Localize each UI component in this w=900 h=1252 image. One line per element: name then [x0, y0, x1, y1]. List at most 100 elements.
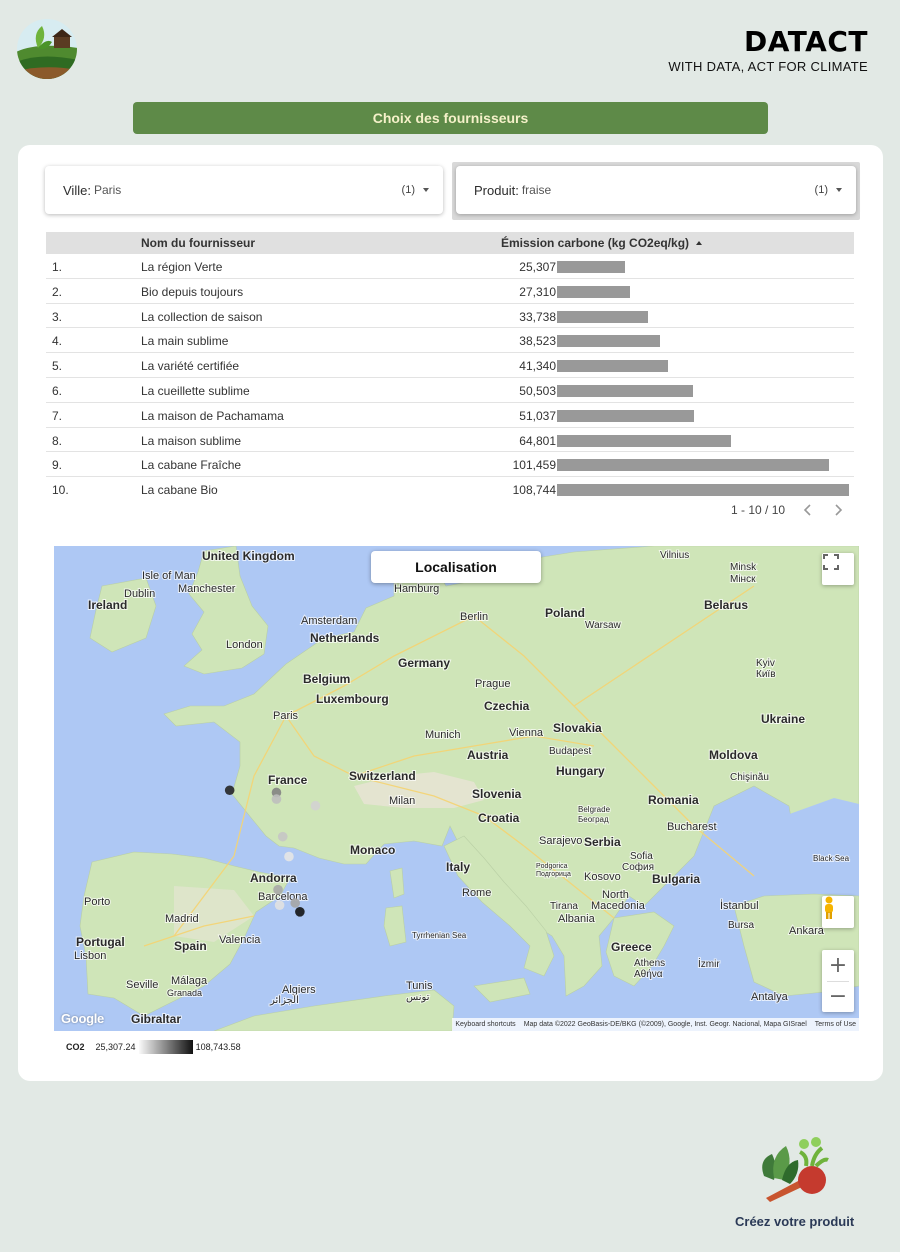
table-row[interactable]: 4. La main sublime 38,523: [46, 328, 854, 354]
product-filter[interactable]: Produit: fraise (1): [456, 166, 856, 214]
supplier-location-marker[interactable]: [290, 898, 300, 908]
table-row[interactable]: 9. La cabane Fraîche 101,459: [46, 452, 854, 478]
emission-value: 27,310: [519, 284, 556, 299]
row-index: 3.: [52, 309, 63, 324]
city-filter-count: (1): [401, 184, 415, 196]
emission-value: 51,037: [519, 408, 556, 423]
table-header: Nom du fournisseur Émission carbone (kg …: [46, 232, 854, 254]
emission-value: 101,459: [512, 458, 556, 473]
table-row[interactable]: 6. La cueillette sublime 50,503: [46, 378, 854, 403]
supplier-location-marker[interactable]: [274, 900, 285, 910]
map-place-label: Warsaw: [585, 620, 622, 631]
supplier-location-marker[interactable]: [224, 785, 235, 796]
map-place-label: Porto: [84, 896, 110, 908]
map-place-label: Ukraine: [761, 712, 805, 726]
map-place-label: Rome: [462, 887, 491, 899]
emission-value: 38,523: [519, 334, 556, 349]
map-place-label: Portugal: [76, 935, 125, 949]
supplier-location-marker[interactable]: [284, 851, 294, 862]
map-place-label: Minsk: [730, 562, 757, 573]
fullscreen-button[interactable]: [822, 553, 854, 585]
pagination-label: 1 - 10 / 10: [731, 503, 786, 517]
map-place-label: تونس: [406, 992, 430, 1003]
map-place-label: Ireland: [88, 598, 127, 612]
map-place-label: Bulgaria: [652, 872, 700, 886]
map-place-label: Bucharest: [667, 821, 717, 833]
keyboard-shortcuts-link[interactable]: Keyboard shortcuts: [455, 1021, 515, 1028]
emission-bar: [557, 310, 648, 323]
pagination: 1 - 10 / 10: [731, 503, 845, 517]
map-place-label: Moldova: [709, 748, 758, 762]
map-place-label: Berlin: [460, 611, 488, 623]
emission-bar: [557, 434, 731, 447]
map-place-label: Granada: [167, 988, 202, 998]
table-row[interactable]: 7. La maison de Pachamama 51,037: [46, 403, 854, 428]
supplier-name: La maison sublime: [141, 433, 242, 448]
map-place-label: Hamburg: [394, 583, 439, 595]
street-view-pegman-button[interactable]: [822, 896, 854, 928]
map-place-label: Gibraltar: [131, 1012, 181, 1026]
emission-value: 50,503: [519, 383, 556, 398]
vegetables-icon[interactable]: [756, 1136, 830, 1202]
map[interactable]: United Kingdom Isle of Man Ireland Dublin Ma…: [54, 546, 859, 1031]
map-place-label: София: [622, 861, 654, 873]
supplier-location-marker[interactable]: [310, 800, 321, 811]
column-header-supplier[interactable]: Nom du fournisseur: [141, 236, 255, 250]
column-header-emission[interactable]: Émission carbone (kg CO2eq/kg): [501, 236, 703, 250]
table-row[interactable]: 10. La cabane Bio 108,744: [46, 477, 854, 502]
map-place-label: Sofia: [630, 851, 653, 862]
chevron-down-icon: [423, 188, 429, 192]
table-row[interactable]: 8. La maison sublime 64,801: [46, 428, 854, 453]
map-place-label: Tirana: [550, 901, 578, 912]
map-place-label: Croatia: [478, 811, 520, 825]
zoom-out-button[interactable]: −: [822, 982, 854, 1013]
supplier-location-marker[interactable]: [295, 907, 305, 917]
previous-page-button[interactable]: [801, 503, 815, 517]
supplier-name: La cabane Bio: [141, 483, 218, 498]
row-index: 8.: [52, 433, 63, 448]
product-filter-value: fraise: [521, 183, 552, 197]
map-place-label: Antalya: [751, 991, 789, 1003]
map-place-label: Bursa: [728, 920, 755, 931]
create-product-link[interactable]: Créez votre produit: [735, 1214, 854, 1229]
zoom-in-button[interactable]: +: [822, 950, 854, 981]
emission-bar: [557, 459, 830, 472]
table-row[interactable]: 1. La région Verte 25,307: [46, 254, 854, 279]
map-place-label: Germany: [398, 656, 450, 670]
map-place-label: Tyrrhenian Sea: [412, 931, 467, 940]
supplier-name: Bio depuis toujours: [141, 284, 244, 299]
city-filter-label: Ville:: [63, 182, 91, 198]
column-header-emission-label: Émission carbone (kg CO2eq/kg): [501, 236, 690, 250]
google-logo: Google: [61, 1011, 104, 1026]
table-row[interactable]: 3. La collection de saison 33,738: [46, 304, 854, 329]
pegman-icon: [825, 896, 833, 919]
supplier-location-marker[interactable]: [271, 794, 282, 804]
table-row[interactable]: 2. Bio depuis toujours 27,310: [46, 279, 854, 304]
map-canvas[interactable]: United Kingdom Isle of Man IrelandDublin Ma…: [54, 546, 859, 1031]
sort-ascending-icon: [696, 241, 703, 245]
city-filter[interactable]: Ville: Paris (1): [45, 166, 443, 214]
map-place-label: Czechia: [484, 699, 530, 713]
map-place-label: Vilnius: [660, 550, 689, 561]
brand-title: DATACT: [744, 25, 868, 58]
terms-of-use-link[interactable]: Terms of Use: [815, 1021, 856, 1028]
map-place-label: Munich: [425, 729, 460, 741]
farm-logo-icon: [16, 18, 78, 80]
map-place-label: Romania: [648, 793, 699, 807]
emission-bar: [557, 261, 625, 273]
emission-bar: [557, 360, 668, 373]
map-place-label: Budapest: [549, 746, 591, 757]
supplier-name: La collection de saison: [141, 309, 263, 324]
supplier-location-marker[interactable]: [273, 884, 283, 895]
emission-value: 64,801: [519, 433, 556, 448]
row-index: 4.: [52, 334, 63, 349]
row-index: 1.: [52, 260, 63, 274]
legend-max: 108,743.58: [195, 1042, 241, 1052]
co2-legend: CO2 25,307.24 108,743.58: [66, 1040, 241, 1054]
table-row[interactable]: 5. La variété certifiée 41,340: [46, 353, 854, 378]
row-index: 10.: [52, 483, 69, 498]
map-place-label: İzmir: [698, 957, 720, 970]
supplier-location-marker[interactable]: [277, 831, 288, 842]
map-place-label: France: [268, 773, 308, 787]
next-page-button[interactable]: [831, 503, 845, 517]
